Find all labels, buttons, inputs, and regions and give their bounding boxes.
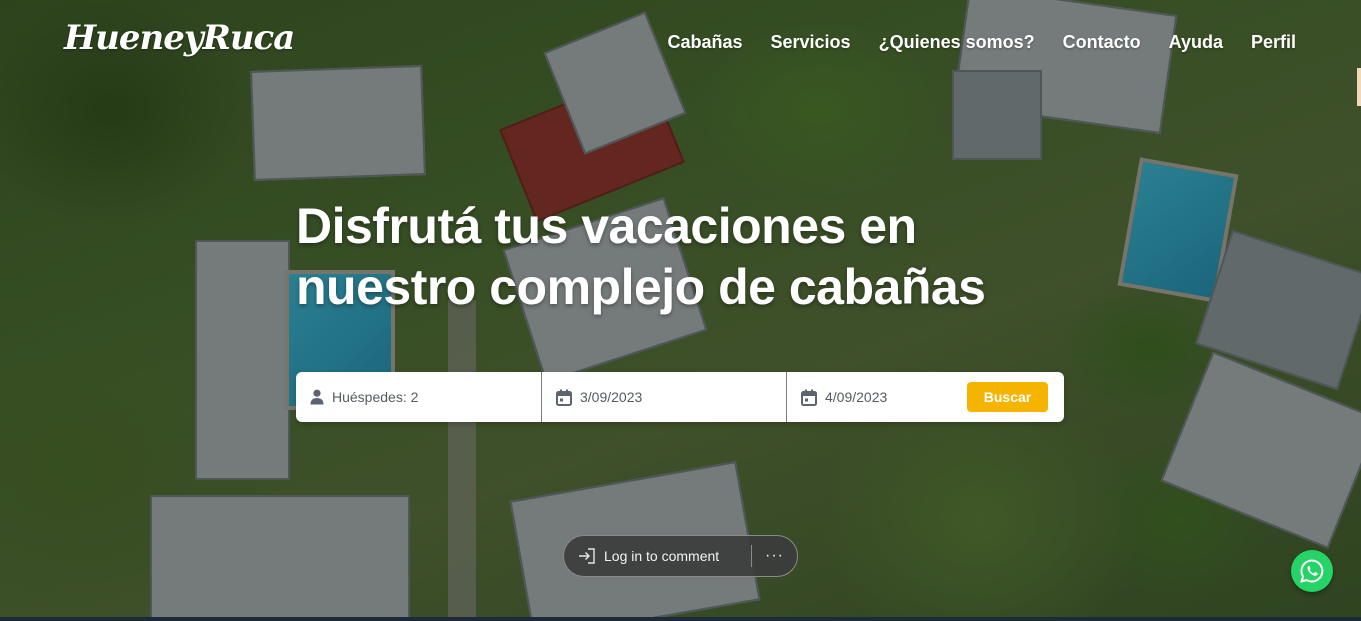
checkout-value: 4/09/2023 — [825, 389, 888, 405]
checkin-date-field[interactable]: 3/09/2023 — [542, 372, 787, 422]
main-nav: Cabañas Servicios ¿Quienes somos? Contac… — [667, 32, 1296, 53]
comment-toolbar: Log in to comment ··· — [563, 535, 798, 577]
hero-title: Disfrutá tus vacaciones en nuestro compl… — [296, 196, 1096, 318]
nav-servicios[interactable]: Servicios — [771, 32, 851, 53]
nav-perfil[interactable]: Perfil — [1251, 32, 1296, 53]
whatsapp-button[interactable] — [1291, 550, 1333, 592]
nav-cabanas[interactable]: Cabañas — [667, 32, 742, 53]
checkout-date-field[interactable]: 4/09/2023 — [787, 372, 967, 422]
guests-field[interactable]: Huéspedes: 2 — [296, 372, 542, 422]
more-icon[interactable]: ··· — [752, 547, 797, 565]
calendar-icon — [556, 389, 572, 406]
bottom-strip — [0, 617, 1361, 621]
search-button[interactable]: Buscar — [967, 382, 1048, 412]
site-logo[interactable]: HueneyRuca — [64, 18, 295, 58]
sign-in-icon — [579, 548, 595, 564]
whatsapp-icon — [1300, 559, 1324, 583]
login-to-comment-button[interactable]: Log in to comment — [564, 536, 751, 576]
hero-title-line-1: Disfrutá tus vacaciones en — [296, 198, 917, 254]
nav-quienes-somos[interactable]: ¿Quienes somos? — [879, 32, 1035, 53]
nav-ayuda[interactable]: Ayuda — [1169, 32, 1223, 53]
nav-contacto[interactable]: Contacto — [1063, 32, 1141, 53]
person-icon — [310, 389, 324, 405]
right-edge-tab — [1357, 68, 1361, 106]
checkin-value: 3/09/2023 — [580, 389, 643, 405]
calendar-icon — [801, 389, 817, 406]
login-to-comment-label: Log in to comment — [604, 548, 720, 564]
booking-search-bar: Huéspedes: 2 3/09/2023 4/09/2023 Buscar — [296, 372, 1064, 422]
guests-value: Huéspedes: 2 — [332, 389, 419, 405]
hero-title-line-2: nuestro complejo de cabañas — [296, 259, 986, 315]
